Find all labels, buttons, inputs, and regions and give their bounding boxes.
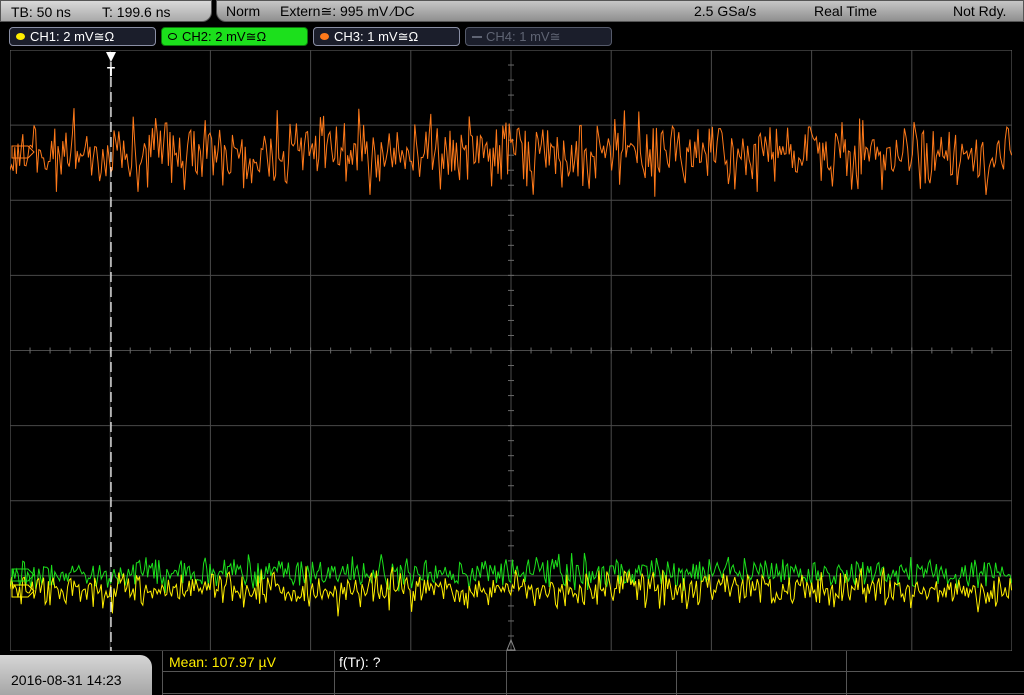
ch4-indicator-icon — [472, 36, 482, 38]
ch4-label: CH4: 1 mV≅ — [486, 29, 561, 44]
timestamp: 2016-08-31 14:23 — [0, 655, 152, 695]
trigger-marker-label: T — [107, 64, 115, 79]
trigger-mode: Norm — [226, 3, 261, 19]
acquisition-mode: Real Time — [814, 3, 878, 19]
trigger-time-value: T: 199.6 ns — [102, 4, 171, 20]
trigger-source: Extern≅: 995 mV ∕DC — [280, 3, 415, 19]
tab-ch3[interactable]: CH3: 1 mV≅Ω — [313, 27, 460, 46]
ch1-label: CH1: 2 mV≅Ω — [30, 29, 115, 44]
tab-ch2[interactable]: CH2: 2 mV≅Ω — [161, 27, 308, 46]
status-bar: TB: 50 ns T: 199.6 ns Norm Extern≅: 995 … — [0, 0, 1024, 24]
ch2-label: CH2: 2 mV≅Ω — [182, 29, 267, 44]
mean-measurement: Mean: 107.97 µV — [169, 654, 276, 670]
trigger-panel[interactable]: Norm Extern≅: 995 mV ∕DC 2.5 GSa/s Real … — [216, 0, 1024, 22]
ch3-indicator-icon — [320, 33, 329, 40]
ch2-indicator-icon — [168, 33, 177, 40]
tab-ch1[interactable]: CH1: 2 mV≅Ω — [9, 27, 156, 46]
meas-cell-3[interactable] — [507, 651, 677, 695]
timebase-panel[interactable]: TB: 50 ns T: 199.6 ns — [0, 0, 212, 22]
timebase-value: TB: 50 ns — [11, 4, 71, 20]
acquisition-state: Not Rdy. — [953, 3, 1007, 19]
meas-cell-5[interactable] — [847, 651, 1024, 695]
measurement-panel: Mean: 107.97 µV f(Tr): ? — [162, 651, 1024, 695]
sample-rate: 2.5 GSa/s — [694, 3, 757, 19]
waveform-display[interactable]: T — [10, 50, 1012, 651]
timestamp-text: 2016-08-31 14:23 — [11, 672, 122, 688]
meas-cell-2[interactable]: f(Tr): ? — [335, 651, 507, 695]
meas-cell-4[interactable] — [677, 651, 847, 695]
meas-cell-1[interactable]: Mean: 107.97 µV — [163, 651, 335, 695]
frequency-measurement: f(Tr): ? — [339, 654, 381, 670]
tab-ch4[interactable]: CH4: 1 mV≅ — [465, 27, 612, 46]
ch1-indicator-icon — [16, 33, 25, 40]
ch3-label: CH3: 1 mV≅Ω — [334, 29, 419, 44]
